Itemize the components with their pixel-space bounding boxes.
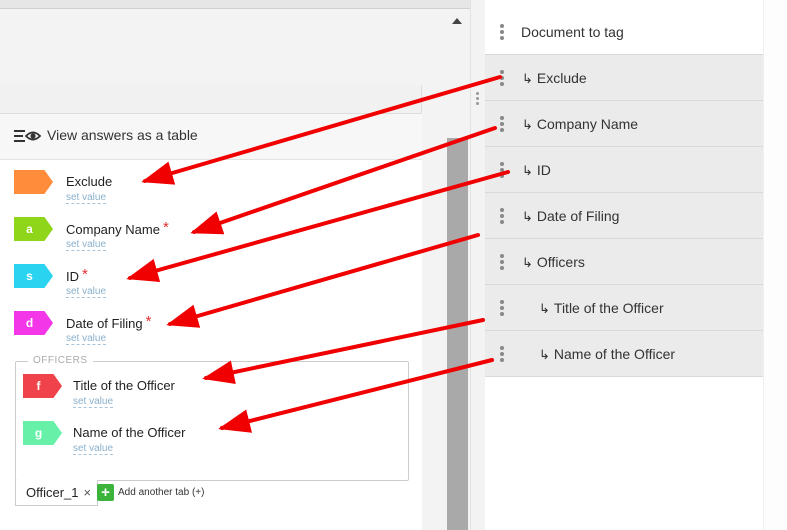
tag-name-of-officer[interactable]: g [23, 421, 62, 445]
field-label-title-of-officer: Title of the Officer [73, 378, 175, 393]
tree-item-text: ↳ Title of the Officer [539, 300, 664, 317]
drag-handle-icon[interactable] [500, 162, 504, 178]
tree-item-name-of-officer[interactable]: ↳ Name of the Officer [485, 331, 764, 377]
set-value-link[interactable]: set value [73, 443, 114, 455]
set-value-link[interactable]: set value [73, 396, 114, 408]
tree-item-id[interactable]: ↳ ID [485, 147, 764, 193]
vertical-scrollbar[interactable] [447, 138, 468, 530]
close-icon[interactable]: × [84, 485, 92, 500]
child-arrow-icon: ↳ [539, 301, 550, 316]
child-arrow-icon: ↳ [522, 163, 533, 178]
field-label-text: Company Name [66, 222, 160, 237]
tag-date-of-filing[interactable]: d [14, 311, 53, 335]
required-marker: * [145, 313, 152, 330]
tree-item-label: Officers [536, 254, 585, 270]
field-label-text: Name of the Officer [73, 425, 186, 440]
form-card: View answers as a table Exclude set valu… [0, 113, 422, 530]
tree-root-label: Document to tag [521, 24, 624, 40]
tab-label: Officer_1 [26, 485, 79, 500]
tag-exclude[interactable] [14, 170, 53, 194]
tree-item-title-of-officer[interactable]: ↳ Title of the Officer [485, 285, 764, 331]
splitter-grip-icon[interactable] [476, 92, 480, 106]
set-value-link[interactable]: set value [66, 192, 107, 204]
tree-root[interactable]: Document to tag [485, 9, 764, 55]
tree-item-label: ID [536, 162, 551, 178]
child-arrow-icon: ↳ [522, 71, 533, 86]
officer-tab-strip: Officer_1 × + Add another tab (+) [15, 480, 409, 508]
field-label-text: Title of the Officer [73, 378, 175, 393]
tree-item-company-name[interactable]: ↳ Company Name [485, 101, 764, 147]
tree-item-text: ↳ Company Name [522, 116, 638, 133]
drag-handle-icon[interactable] [500, 70, 504, 86]
collapse-caret-icon[interactable] [452, 18, 462, 24]
tree-item-date-of-filing[interactable]: ↳ Date of Filing [485, 193, 764, 239]
top-toolbar [0, 0, 470, 9]
drag-handle-icon[interactable] [500, 208, 504, 224]
tree-item-text: ↳ Name of the Officer [539, 346, 675, 363]
pane-splitter[interactable] [470, 0, 485, 530]
tag-letter: a [26, 222, 33, 236]
tree-item-text: ↳ Exclude [522, 70, 587, 87]
add-tab-label[interactable]: Add another tab (+) [118, 487, 204, 498]
tag-title-of-officer[interactable]: f [23, 374, 62, 398]
form-pane: View answers as a table Exclude set valu… [0, 0, 470, 530]
field-label-text: Date of Filing [66, 316, 143, 331]
child-arrow-icon: ↳ [522, 255, 533, 270]
header-area [0, 9, 470, 85]
set-value-link[interactable]: set value [66, 286, 107, 298]
field-label-id: ID * [66, 266, 88, 285]
drag-handle-icon[interactable] [500, 254, 504, 270]
view-as-table-button[interactable]: View answers as a table [0, 114, 422, 160]
tag-id[interactable]: s [14, 264, 53, 288]
tag-tree-pane: Document to tag ↳ Exclude ↳ Company Name ↳… [485, 0, 764, 530]
set-value-link[interactable]: set value [66, 333, 107, 345]
add-tab-button[interactable]: + [97, 484, 114, 501]
officers-group: OFFICERS f Title of the Officer set valu… [15, 355, 409, 481]
tree-item-label: Exclude [536, 70, 587, 86]
drag-handle-icon[interactable] [500, 300, 504, 316]
tag-letter: s [26, 269, 33, 283]
set-value-link[interactable]: set value [66, 239, 107, 251]
tree-item-label: Title of the Officer [553, 300, 664, 316]
tree-item-text: ↳ ID [522, 162, 551, 179]
tree-item-text: ↳ Officers [522, 254, 585, 271]
required-marker: * [82, 266, 88, 283]
tag-letter: g [34, 426, 43, 440]
child-arrow-icon: ↳ [522, 117, 533, 132]
field-label-exclude: Exclude [66, 174, 112, 189]
drag-handle-icon[interactable] [500, 24, 504, 40]
field-label-text: ID [66, 269, 79, 284]
tree-item-label: Date of Filing [536, 208, 620, 224]
tree-item-exclude[interactable]: ↳ Exclude [485, 55, 764, 101]
list-eye-icon [14, 130, 42, 142]
right-edge [763, 0, 787, 530]
child-arrow-icon: ↳ [522, 209, 533, 224]
tree-item-label: Name of the Officer [553, 346, 676, 362]
tree-item-label: Company Name [536, 116, 639, 132]
required-marker: * [162, 219, 169, 236]
view-as-table-label: View answers as a table [47, 127, 198, 143]
officers-legend: OFFICERS [28, 355, 93, 366]
child-arrow-icon: ↳ [539, 347, 550, 362]
form-wrapper: View answers as a table Exclude set valu… [0, 85, 422, 530]
field-label-text: Exclude [66, 174, 113, 189]
field-label-company-name: Company Name * [66, 219, 169, 238]
tag-letter: d [25, 316, 34, 330]
tag-company-name[interactable]: a [14, 217, 53, 241]
tag-letter: f [36, 379, 41, 393]
tree-item-text: ↳ Date of Filing [522, 208, 619, 225]
drag-handle-icon[interactable] [500, 116, 504, 132]
drag-handle-icon[interactable] [500, 346, 504, 362]
tree-item-officers[interactable]: ↳ Officers [485, 239, 764, 285]
field-label-date-of-filing: Date of Filing * [66, 313, 152, 332]
tab-officer-1[interactable]: Officer_1 × [15, 480, 99, 506]
field-label-name-of-officer: Name of the Officer [73, 425, 185, 440]
